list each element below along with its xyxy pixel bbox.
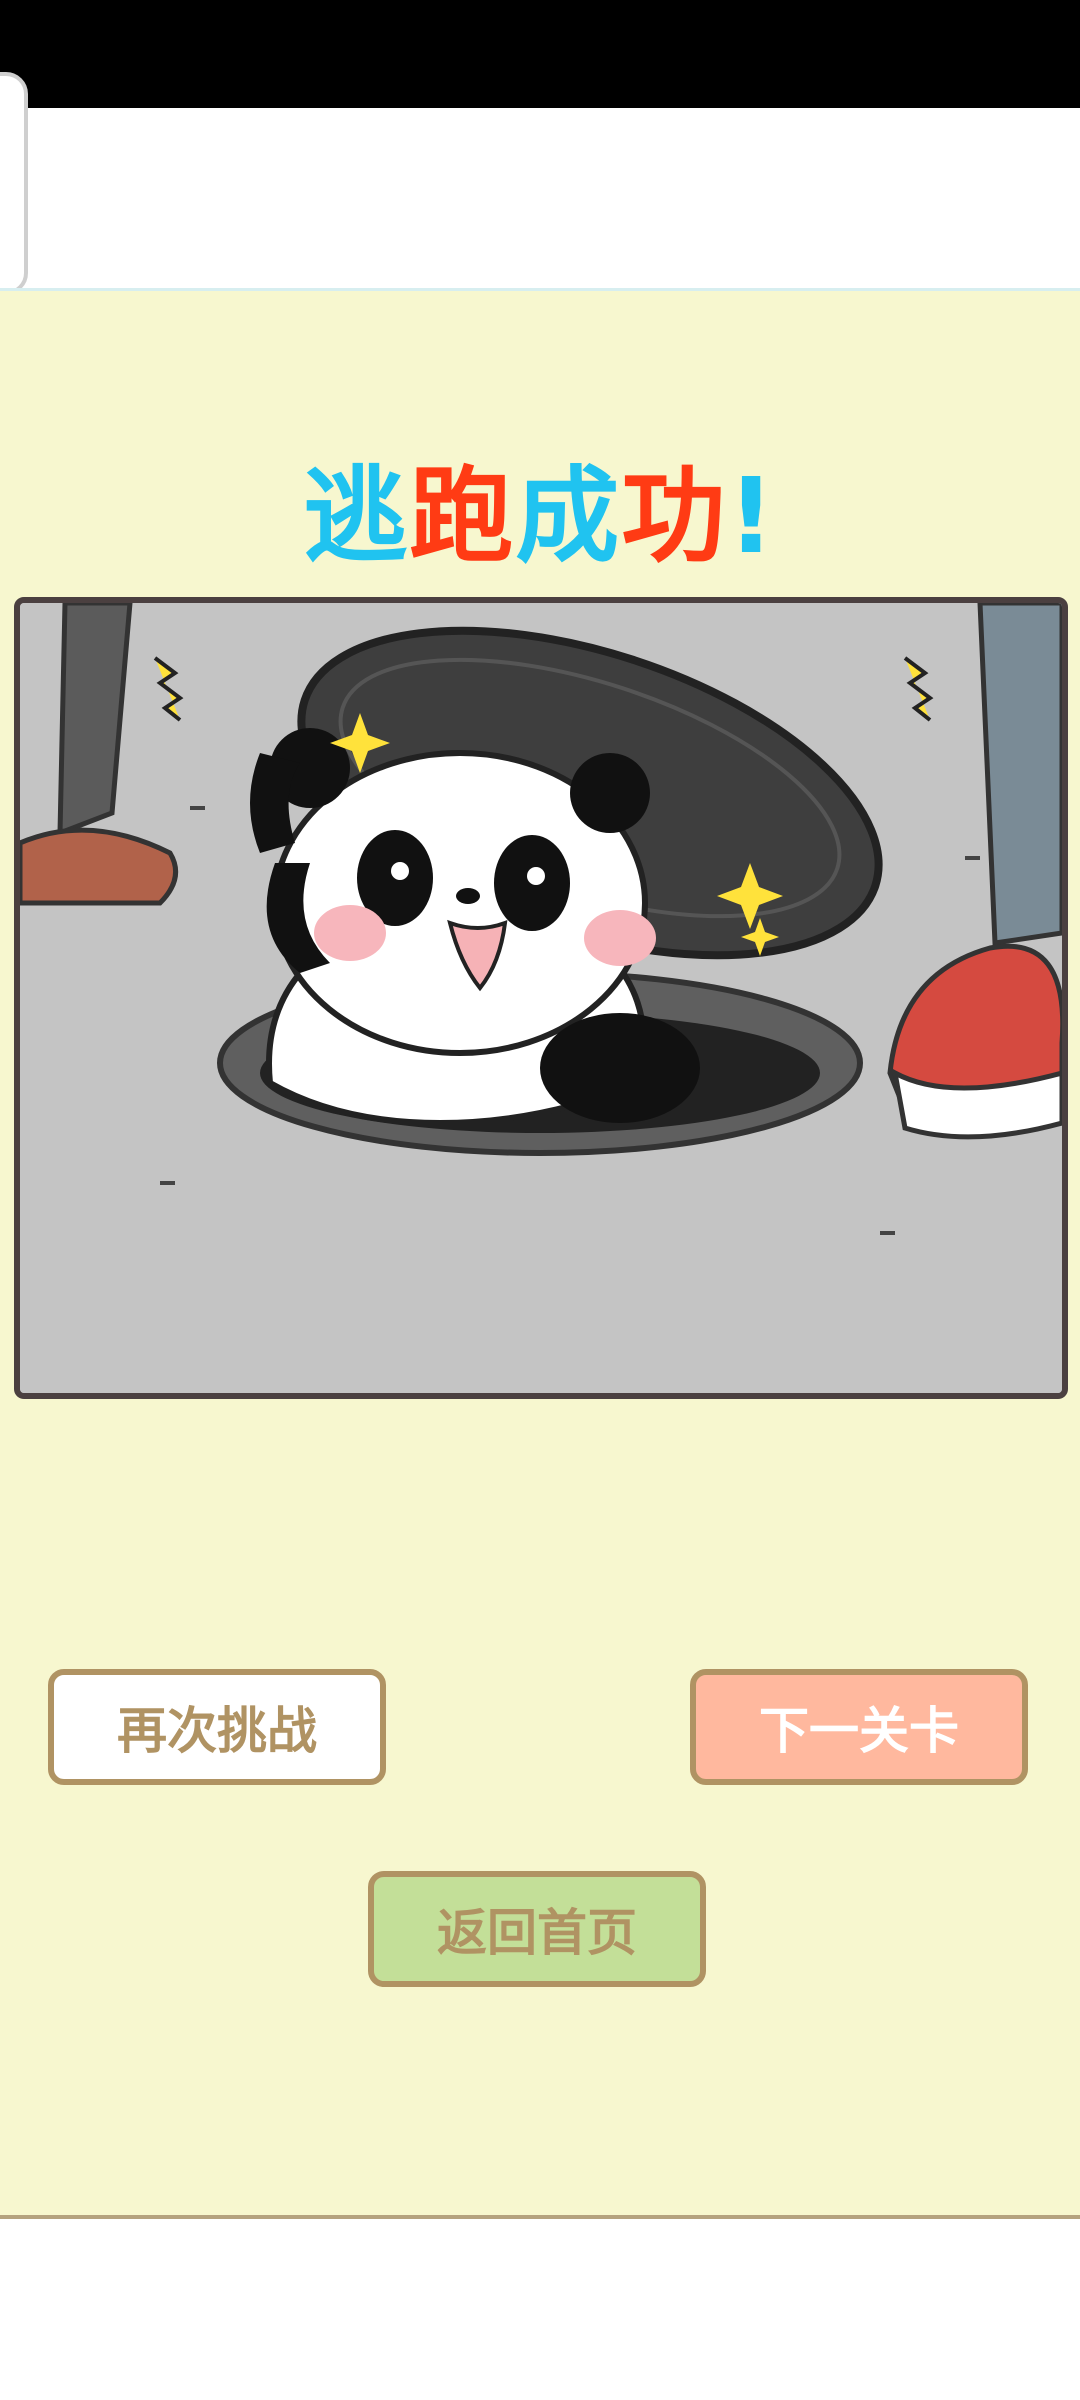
panda-manhole-illustration bbox=[14, 597, 1068, 1399]
title-char-2: 跑 bbox=[409, 455, 516, 577]
title-char-5: ! bbox=[727, 455, 777, 577]
game-result-panel: 逃跑成功! 再次挑战 下一关卡 返回首页 bbox=[0, 288, 1080, 2219]
result-title: 逃跑成功! bbox=[0, 431, 1080, 582]
home-button[interactable]: 返回首页 bbox=[368, 1871, 706, 1987]
panda-icon bbox=[250, 728, 700, 1127]
title-char-1: 逃 bbox=[303, 455, 410, 577]
status-bar bbox=[0, 0, 1080, 108]
next-level-button[interactable]: 下一关卡 bbox=[690, 1669, 1028, 1785]
next-level-button-label: 下一关卡 bbox=[759, 1702, 959, 1760]
side-drawer-handle[interactable] bbox=[0, 72, 28, 295]
title-char-4: 功 bbox=[621, 455, 728, 577]
title-char-3: 成 bbox=[515, 455, 622, 577]
retry-button-label: 再次挑战 bbox=[117, 1702, 317, 1760]
retry-button[interactable]: 再次挑战 bbox=[48, 1669, 386, 1785]
top-banner-area bbox=[0, 108, 1080, 288]
home-button-label: 返回首页 bbox=[437, 1904, 637, 1962]
